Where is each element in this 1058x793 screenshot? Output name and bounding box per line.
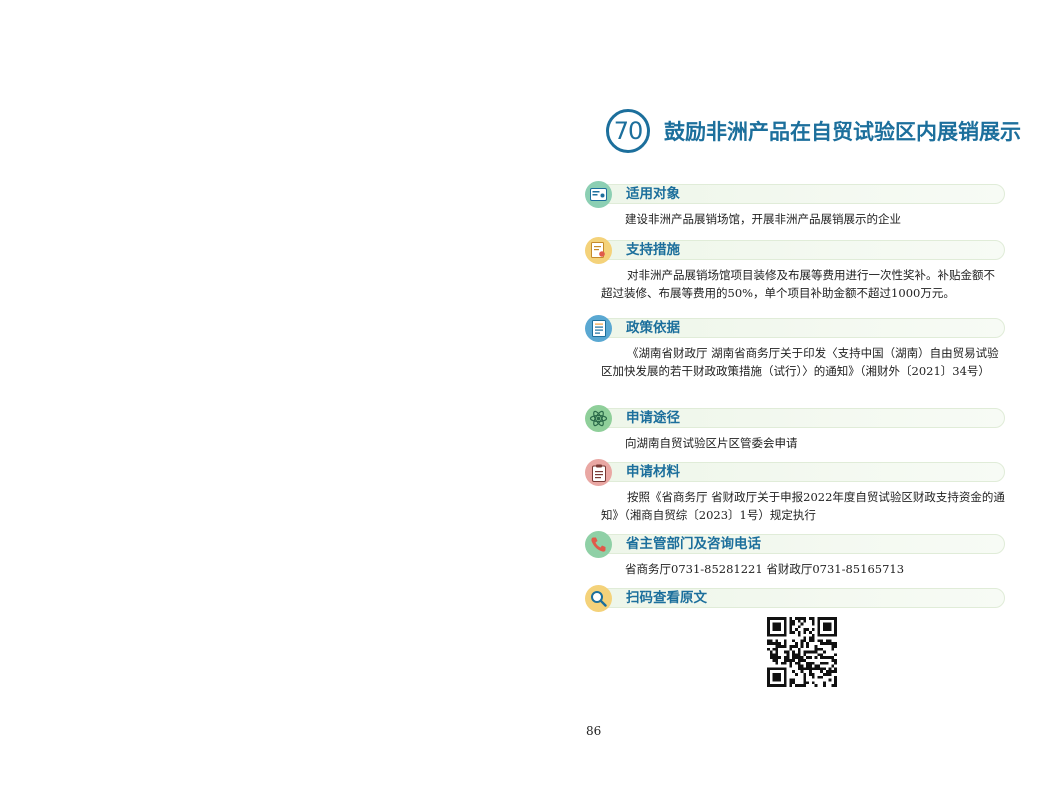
section-contact: 省主管部门及咨询电话 省商务厅0731-85281221 省财政厅0731-85… <box>585 531 1005 578</box>
qr-code[interactable] <box>767 617 837 687</box>
section-heading: 省主管部门及咨询电话 <box>626 536 761 552</box>
section-application-channel: 申请途径 向湖南自贸试验区片区管委会申请 <box>585 405 1005 452</box>
clipboard-icon <box>585 459 612 486</box>
section-body: 省商务厅0731-85281221 省财政厅0731-85165713 <box>625 562 905 576</box>
section-body: 建设非洲产品展销场馆，开展非洲产品展销展示的企业 <box>625 212 901 226</box>
section-body: 按照《省商务厅 省财政厅关于申报2022年度自贸试验区财政支持资金的通知》（湘商… <box>601 490 1005 522</box>
section-scan-qr: 扫码查看原文 <box>585 585 1005 612</box>
section-heading: 申请途径 <box>626 410 680 426</box>
section-application-materials: 申请材料 按照《省商务厅 省财政厅关于申报2022年度自贸试验区财政支持资金的通… <box>585 459 1005 524</box>
page-number: 86 <box>586 724 602 738</box>
atom-icon <box>585 405 612 432</box>
item-number-badge: 70 <box>606 109 650 153</box>
phone-icon <box>585 531 612 558</box>
section-body: 对非洲产品展销场馆项目装修及布展等费用进行一次性奖补。补贴金额不超过装修、布展等… <box>601 268 995 300</box>
page-title: 鼓励非洲产品在自贸试验区内展销展示 <box>664 120 1021 144</box>
section-support-measures: 支持措施 对非洲产品展销场馆项目装修及布展等费用进行一次性奖补。补贴金额不超过装… <box>585 237 1005 302</box>
search-icon <box>585 585 612 612</box>
section-policy-basis: 政策依据 《湖南省财政厅 湖南省商务厅关于印发〈支持中国（湖南）自由贸易试验区加… <box>585 315 1005 380</box>
section-heading: 申请材料 <box>626 464 680 480</box>
document-page: 70 鼓励非洲产品在自贸试验区内展销展示 适用对象 建设非洲产品展销场馆，开展非… <box>0 0 1058 793</box>
section-heading: 支持措施 <box>626 242 680 258</box>
section-body: 向湖南自贸试验区片区管委会申请 <box>625 436 798 450</box>
section-heading: 适用对象 <box>626 186 680 202</box>
section-applicable-targets: 适用对象 建设非洲产品展销场馆，开展非洲产品展销展示的企业 <box>585 181 1005 228</box>
document-icon <box>585 315 612 342</box>
id-card-icon <box>585 181 612 208</box>
section-heading: 政策依据 <box>626 320 680 336</box>
certificate-icon <box>585 237 612 264</box>
section-heading: 扫码查看原文 <box>626 590 707 606</box>
item-title-row: 70 鼓励非洲产品在自贸试验区内展销展示 <box>606 106 1021 156</box>
section-body: 《湖南省财政厅 湖南省商务厅关于印发〈支持中国（湖南）自由贸易试验区加快发展的若… <box>601 346 999 378</box>
